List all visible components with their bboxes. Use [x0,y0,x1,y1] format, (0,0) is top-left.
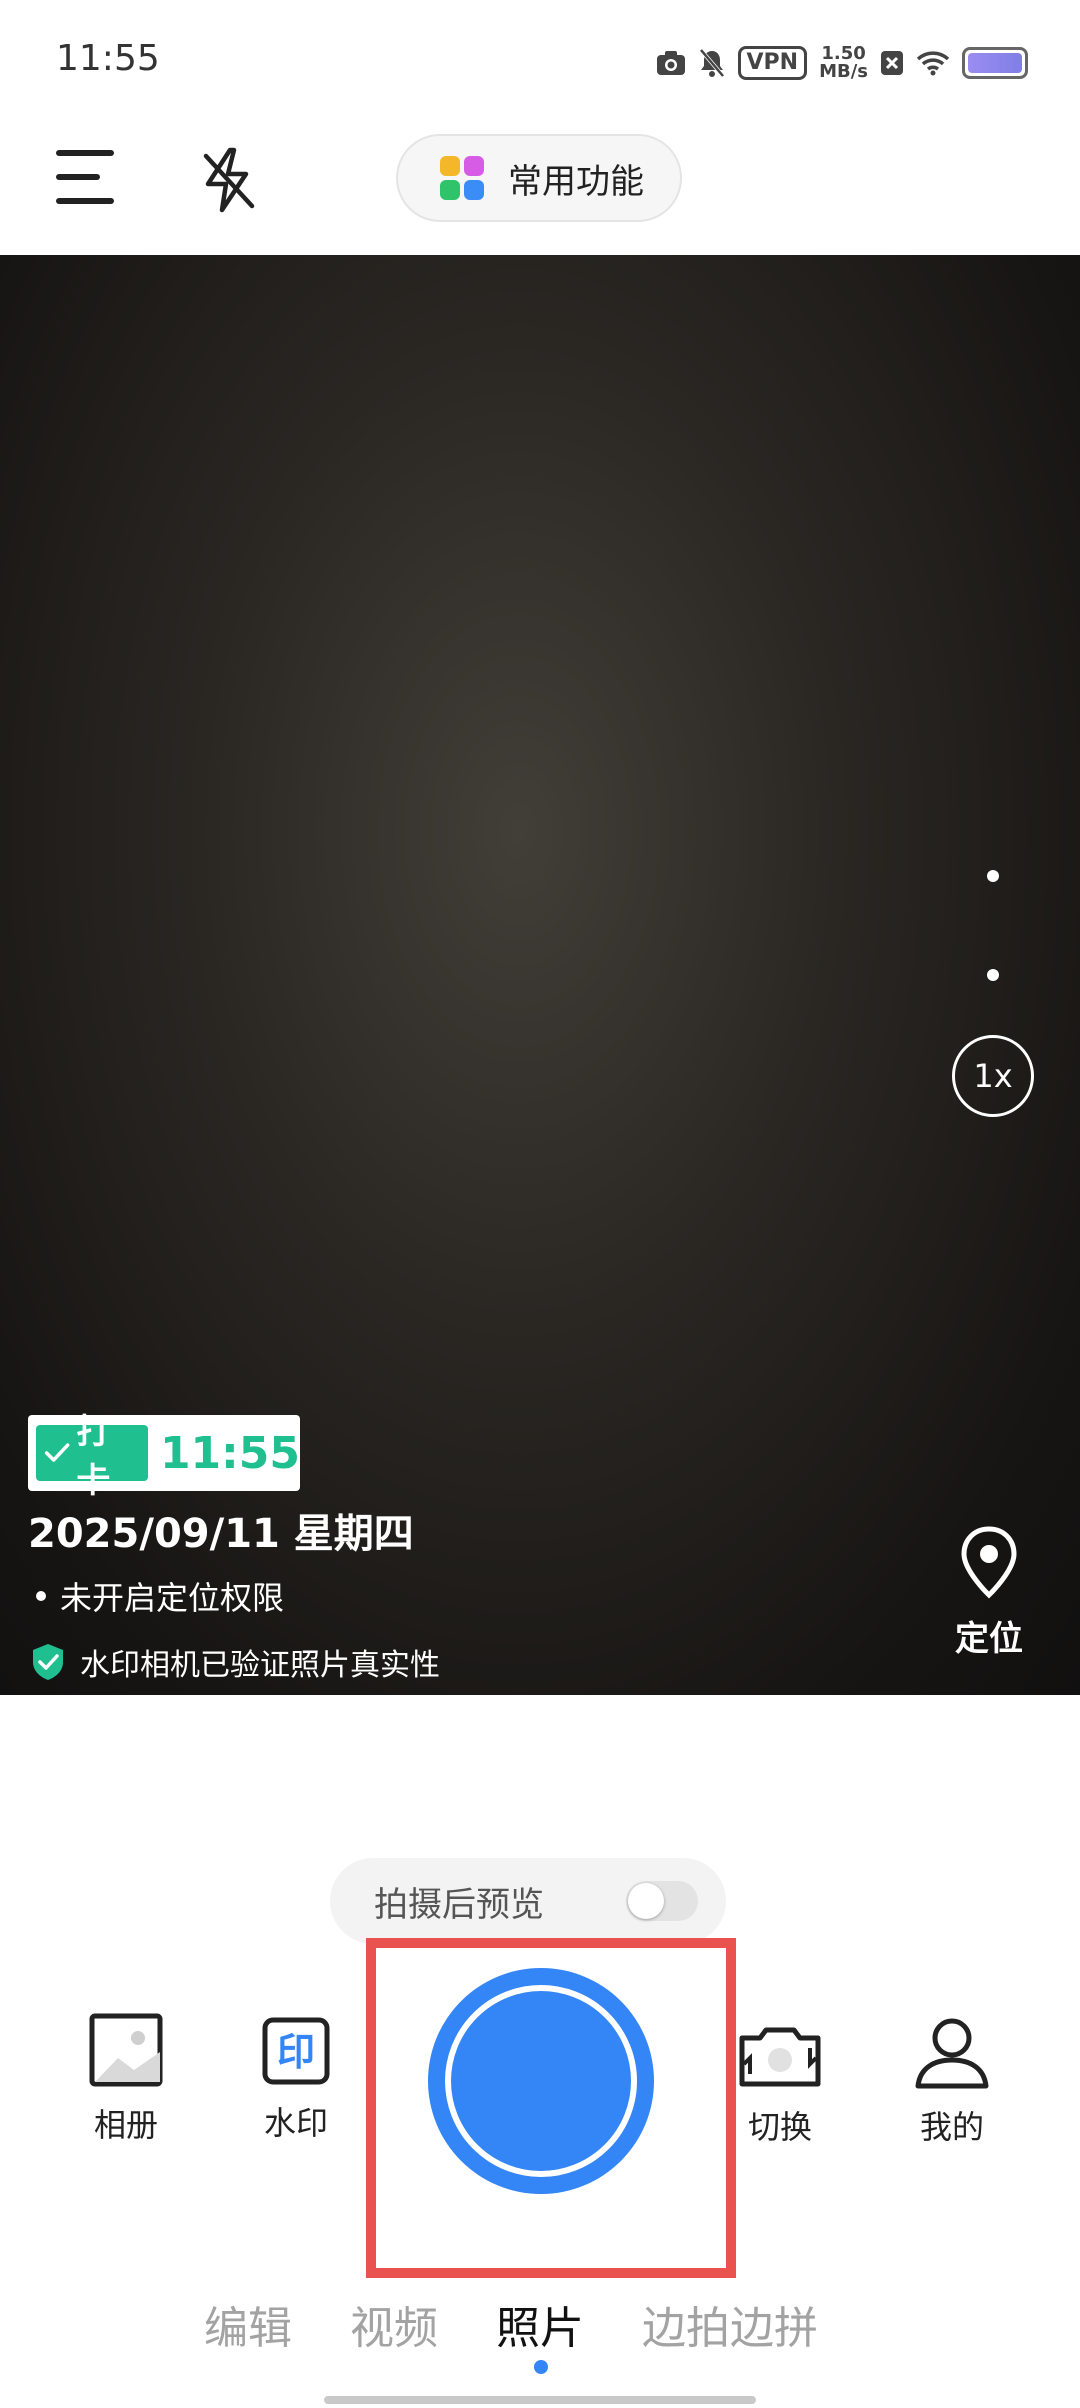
watermark-icon-glyph: 印 [277,2030,315,2074]
check-icon [44,1443,70,1462]
mode-tab-photo[interactable]: 照片 [496,2292,584,2356]
watermark-header: 打卡 11:55 [28,1412,300,1501]
camera-screen: 11:55 VPN 1.50 MB/s 常用功能 1x 打卡 11:55 202… [0,0,1080,2408]
notification-x-icon [880,50,904,76]
watermark-overlay[interactable]: 打卡 11:55 2025/09/11 星期四 未开启定位权限 [28,1412,414,1619]
common-functions-button[interactable]: 常用功能 [396,134,682,222]
active-mode-indicator [534,2360,548,2374]
album-icon [89,2013,163,2087]
battery-icon [962,47,1028,79]
location-pin-icon [961,1526,1017,1599]
shutter-inner-ring [445,1985,637,2177]
zoom-level-dot[interactable] [987,969,999,981]
vpn-badge: VPN [737,46,808,80]
mine-button[interactable]: 我的 [908,2016,996,2148]
common-functions-label: 常用功能 [508,161,644,202]
mine-label: 我的 [919,2108,984,2146]
watermark-location: 未开启定位权限 [28,1573,414,1619]
top-bar: 常用功能 [0,120,1080,255]
shield-check-icon [33,1644,63,1680]
mode-selector: 编辑 视频 照片 边拍边拼 [0,2292,1080,2356]
verification-text: 水印相机已验证照片真实性 [80,1648,440,1683]
menu-button[interactable] [56,150,120,214]
camera-status-icon [656,50,686,76]
network-speed: 1.50 MB/s [819,45,868,81]
watermark-label: 水印 [263,2104,328,2142]
watermark-button[interactable]: 印 水印 [252,2016,340,2144]
user-profile-icon [915,2018,989,2089]
watermark-date: 2025/09/11 星期四 [28,1511,414,1557]
mute-bell-icon [698,48,726,78]
watermark-stamp-icon: 印 [262,2017,330,2085]
home-indicator[interactable] [324,2396,756,2404]
album-button[interactable]: 相册 [82,2012,170,2146]
toggle-knob [628,1883,664,1919]
wifi-icon [916,50,950,76]
shutter-button[interactable] [428,1968,654,2194]
camera-viewfinder[interactable]: 1x 打卡 11:55 2025/09/11 星期四 未开启定位权限 水印相机已… [0,255,1080,1695]
locate-button[interactable]: 定位 [944,1525,1034,1660]
status-icons: VPN 1.50 MB/s [656,40,1028,86]
album-label: 相册 [93,2106,158,2144]
watermark-time: 11:55 [159,1427,300,1479]
checkin-tag: 打卡 [36,1412,148,1501]
switch-label: 切换 [747,2108,812,2146]
flash-off-icon [203,147,255,213]
apps-grid-icon [440,156,484,200]
mode-tab-shoot-and-stitch[interactable]: 边拍边拼 [642,2292,818,2356]
switch-camera-button[interactable]: 切换 [736,2018,824,2148]
mode-tab-video[interactable]: 视频 [350,2292,438,2356]
status-bar: 11:55 VPN 1.50 MB/s [0,0,1080,120]
flash-off-button[interactable] [196,144,260,216]
speed-unit: MB/s [819,61,868,82]
mode-tab-edit[interactable]: 编辑 [204,2292,292,2356]
locate-label: 定位 [955,1619,1023,1659]
checkin-tag-label: 打卡 [76,1412,111,1501]
zoom-level-dot[interactable] [987,870,999,882]
zoom-button[interactable]: 1x [952,1035,1034,1117]
bullet-dot [36,1591,46,1601]
preview-after-shot-toggle-row[interactable]: 拍摄后预览 [330,1858,726,1944]
preview-toggle-switch[interactable] [626,1881,698,1921]
status-time: 11:55 [56,38,160,79]
watermark-location-text: 未开启定位权限 [60,1579,285,1617]
switch-camera-icon [739,2027,821,2087]
verification-note: 水印相机已验证照片真实性 [30,1640,440,1684]
preview-after-shot-label: 拍摄后预览 [374,1884,544,1925]
